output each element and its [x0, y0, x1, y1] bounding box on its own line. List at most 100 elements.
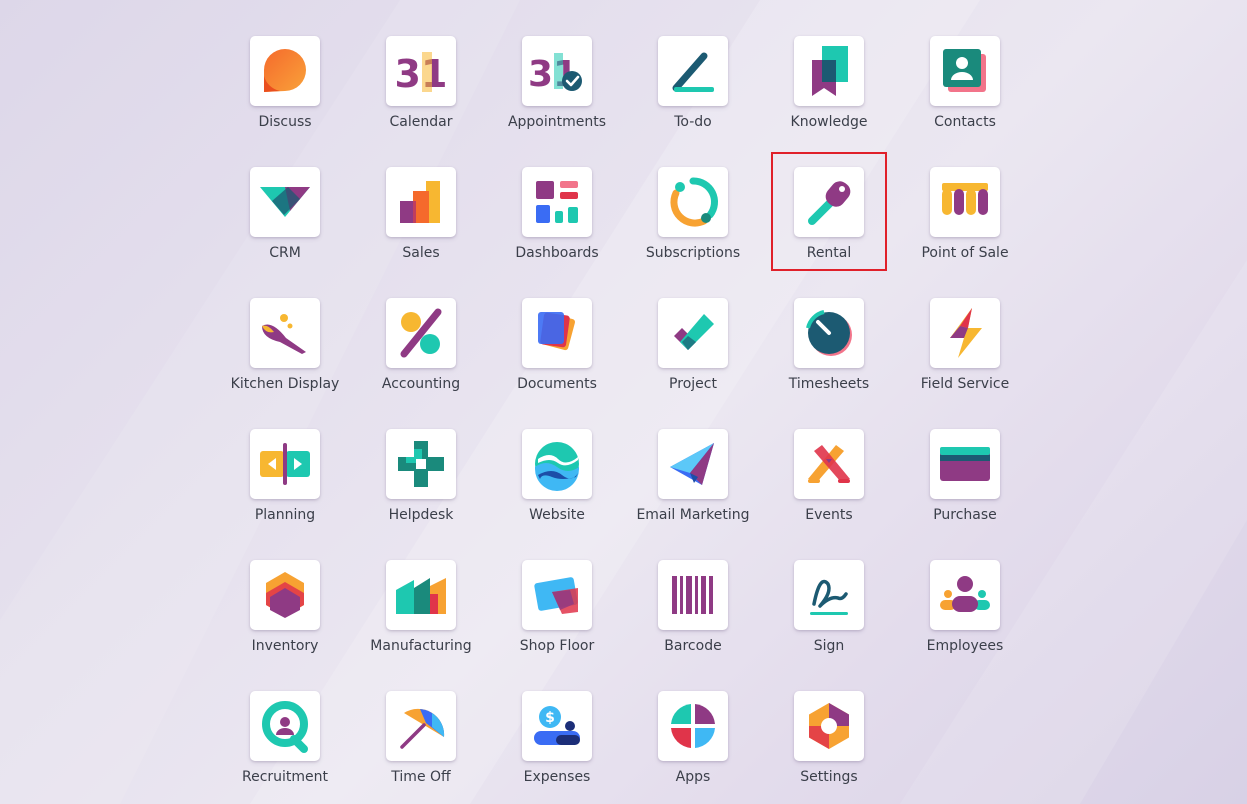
app-tile-recruitment[interactable]: Recruitment [217, 691, 353, 804]
app-label: Dashboards [515, 245, 599, 261]
app-tile-point-of-sale[interactable]: Point of Sale [897, 167, 1033, 298]
app-label: Documents [517, 376, 597, 392]
rental-icon [794, 167, 864, 237]
app-tile-appointments[interactable]: 31 Appointments [489, 36, 625, 167]
app-tile-to-do[interactable]: To-do [625, 36, 761, 167]
app-label: Purchase [933, 507, 997, 523]
app-label: Settings [800, 769, 858, 785]
app-tile-inventory[interactable]: Inventory [217, 560, 353, 691]
app-tile-sign[interactable]: Sign [761, 560, 897, 691]
subscriptions-icon [658, 167, 728, 237]
app-label: Timesheets [788, 376, 870, 392]
project-icon [658, 298, 728, 368]
documents-icon [522, 298, 592, 368]
app-tile-expenses[interactable]: $ Expenses [489, 691, 625, 804]
app-label: Employees [926, 638, 1004, 654]
app-label: Subscriptions [645, 245, 741, 261]
app-tile-shop-floor[interactable]: Shop Floor [489, 560, 625, 691]
app-tile-barcode[interactable]: Barcode [625, 560, 761, 691]
app-tile-contacts[interactable]: Contacts [897, 36, 1033, 167]
app-tile-time-off[interactable]: Time Off [353, 691, 489, 804]
app-tile-manufacturing[interactable]: Manufacturing [353, 560, 489, 691]
app-tile-dashboards[interactable]: Dashboards [489, 167, 625, 298]
app-tile-website[interactable]: Website [489, 429, 625, 560]
app-label: Contacts [934, 114, 996, 130]
app-label: Rental [806, 245, 852, 261]
helpdesk-icon [386, 429, 456, 499]
app-label: Knowledge [790, 114, 868, 130]
app-label: Shop Floor [519, 638, 595, 654]
app-tile-documents[interactable]: Documents [489, 298, 625, 429]
app-label: Inventory [251, 638, 319, 654]
app-label: Events [805, 507, 853, 523]
barcode-icon [658, 560, 728, 630]
timesheets-icon [794, 298, 864, 368]
events-icon [794, 429, 864, 499]
app-label: Email Marketing [636, 507, 750, 523]
app-label: Recruitment [241, 769, 329, 785]
app-tile-email-marketing[interactable]: Email Marketing [625, 429, 761, 560]
purchase-icon [930, 429, 1000, 499]
field-service-icon [930, 298, 1000, 368]
dashboards-icon [522, 167, 592, 237]
calendar-icon-number: 31 [395, 52, 448, 96]
time-off-icon [386, 691, 456, 761]
app-label: Website [529, 507, 585, 523]
app-tile-knowledge[interactable]: Knowledge [761, 36, 897, 167]
app-tile-settings[interactable]: Settings [761, 691, 897, 804]
app-tile-sales[interactable]: Sales [353, 167, 489, 298]
app-label: Discuss [258, 114, 312, 130]
knowledge-icon [794, 36, 864, 106]
app-tile-rental[interactable]: Rental [761, 167, 897, 298]
crm-icon [250, 167, 320, 237]
apps-icon [658, 691, 728, 761]
app-label: Apps [675, 769, 711, 785]
appointments-icon: 31 [522, 36, 592, 106]
expenses-icon: $ [522, 691, 592, 761]
app-tile-apps[interactable]: Apps [625, 691, 761, 804]
app-label: Planning [254, 507, 316, 523]
inventory-icon [250, 560, 320, 630]
app-tile-crm[interactable]: CRM [217, 167, 353, 298]
app-label: Calendar [389, 114, 453, 130]
app-tile-discuss[interactable]: Discuss [217, 36, 353, 167]
email-marketing-icon [658, 429, 728, 499]
app-tile-subscriptions[interactable]: Subscriptions [625, 167, 761, 298]
employees-icon [930, 560, 1000, 630]
app-tile-field-service[interactable]: Field Service [897, 298, 1033, 429]
planning-icon [250, 429, 320, 499]
to-do-icon [658, 36, 728, 106]
app-label: Field Service [920, 376, 1010, 392]
app-label: Point of Sale [921, 245, 1009, 261]
app-label: Accounting [381, 376, 461, 392]
expenses-icon-symbol: $ [545, 710, 555, 726]
app-tile-project[interactable]: Project [625, 298, 761, 429]
app-label: Manufacturing [370, 638, 472, 654]
app-label: Time Off [391, 769, 451, 785]
app-tile-events[interactable]: Events [761, 429, 897, 560]
app-label: Helpdesk [388, 507, 454, 523]
point-of-sale-icon [930, 167, 1000, 237]
app-label: Project [669, 376, 717, 392]
discuss-icon [250, 36, 320, 106]
app-label: CRM [269, 245, 301, 261]
app-label: Appointments [507, 114, 607, 130]
settings-icon [794, 691, 864, 761]
app-tile-planning[interactable]: Planning [217, 429, 353, 560]
calendar-icon: 31 [386, 36, 456, 106]
app-tile-calendar[interactable]: 31 Calendar [353, 36, 489, 167]
accounting-icon [386, 298, 456, 368]
sign-icon [794, 560, 864, 630]
app-tile-kitchen-display[interactable]: Kitchen Display [217, 298, 353, 429]
app-tile-purchase[interactable]: Purchase [897, 429, 1033, 560]
app-label: Kitchen Display [230, 376, 340, 392]
kitchen-display-icon [250, 298, 320, 368]
app-label: Sales [402, 245, 440, 261]
app-tile-employees[interactable]: Employees [897, 560, 1033, 691]
app-label: Barcode [664, 638, 722, 654]
contacts-icon [930, 36, 1000, 106]
app-tile-timesheets[interactable]: Timesheets [761, 298, 897, 429]
website-icon [522, 429, 592, 499]
app-tile-helpdesk[interactable]: Helpdesk [353, 429, 489, 560]
app-tile-accounting[interactable]: Accounting [353, 298, 489, 429]
